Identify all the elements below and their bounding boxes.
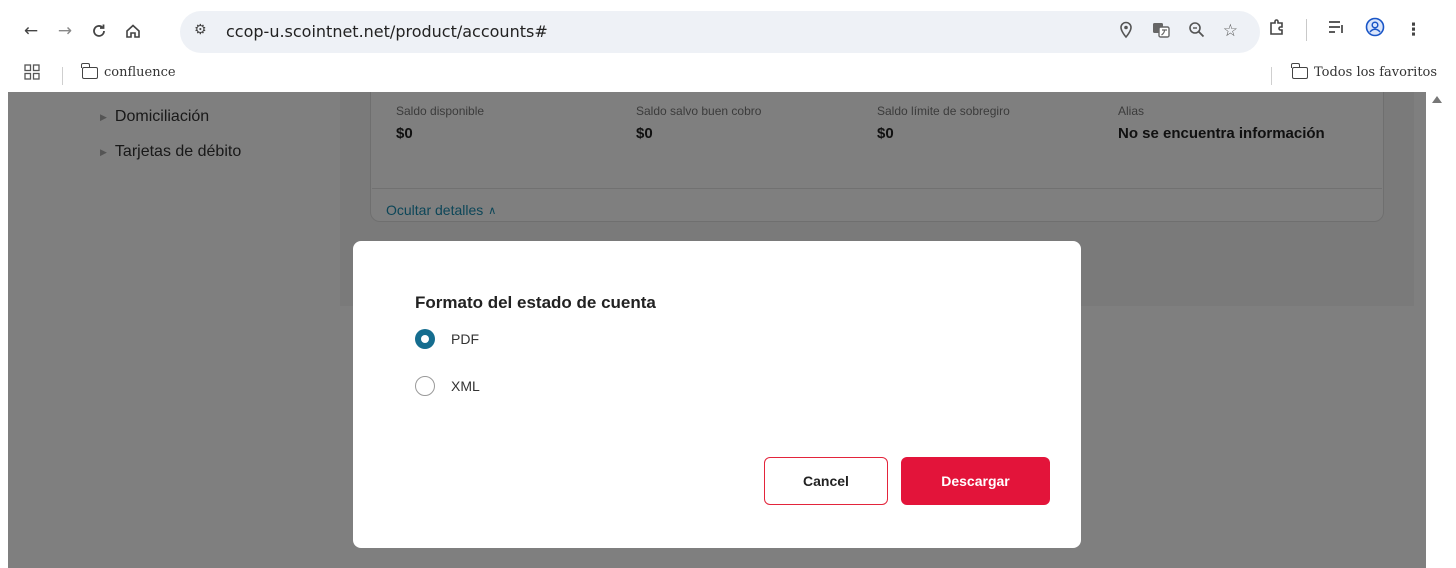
all-bookmarks-label: Todos los favoritos <box>1314 65 1438 80</box>
folder-icon <box>81 62 98 79</box>
folder-icon <box>1291 62 1308 79</box>
home-icon[interactable] <box>120 18 146 44</box>
bookmarks-divider <box>1271 67 1272 85</box>
back-icon[interactable]: ← <box>18 18 44 44</box>
address-bar[interactable]: ⚙ ccop-u.scointnet.net/product/accounts#… <box>180 11 1260 53</box>
zoom-icon[interactable] <box>1188 21 1205 44</box>
dialog-title: Formato del estado de cuenta <box>415 293 656 312</box>
bookmarks-divider <box>62 67 63 85</box>
download-button[interactable]: Descargar <box>901 457 1050 505</box>
browser-toolbar: ← → ⚙ ccop-u.scointnet.net/product/accou… <box>0 0 1456 62</box>
statement-format-dialog: Formato del estado de cuenta PDF XML Can… <box>353 241 1081 548</box>
profile-icon[interactable] <box>1365 17 1385 42</box>
site-settings-icon[interactable]: ⚙ <box>194 22 207 38</box>
bookmark-label: confluence <box>104 65 176 80</box>
toolbar-divider <box>1306 18 1307 41</box>
apps-grid-icon[interactable] <box>24 64 40 84</box>
bookmark-confluence[interactable]: confluence <box>81 62 176 80</box>
scroll-up-arrow-icon[interactable] <box>1432 96 1442 103</box>
radio-option-pdf[interactable]: PDF <box>415 329 479 349</box>
bookmark-star-icon[interactable]: ☆ <box>1223 21 1238 44</box>
translate-icon[interactable] <box>1152 21 1170 44</box>
radio-pdf[interactable] <box>415 329 435 349</box>
radio-xml-label: XML <box>451 378 480 394</box>
radio-xml[interactable] <box>415 376 435 396</box>
extensions-icon[interactable] <box>1268 18 1286 41</box>
cancel-button[interactable]: Cancel <box>764 457 888 505</box>
menu-icon[interactable]: ⋮ <box>1405 20 1422 40</box>
forward-icon[interactable]: → <box>52 18 78 44</box>
all-bookmarks-folder[interactable]: Todos los favoritos <box>1291 62 1438 80</box>
bookmarks-bar: confluence Todos los favoritos <box>0 62 1456 92</box>
reload-icon[interactable] <box>86 18 112 44</box>
scrollbar[interactable] <box>1426 92 1456 568</box>
reading-list-icon[interactable] <box>1327 19 1345 40</box>
radio-option-xml[interactable]: XML <box>415 376 480 396</box>
radio-pdf-label: PDF <box>451 331 479 347</box>
url-text[interactable]: ccop-u.scointnet.net/product/accounts# <box>226 22 548 41</box>
location-icon[interactable] <box>1118 21 1134 44</box>
